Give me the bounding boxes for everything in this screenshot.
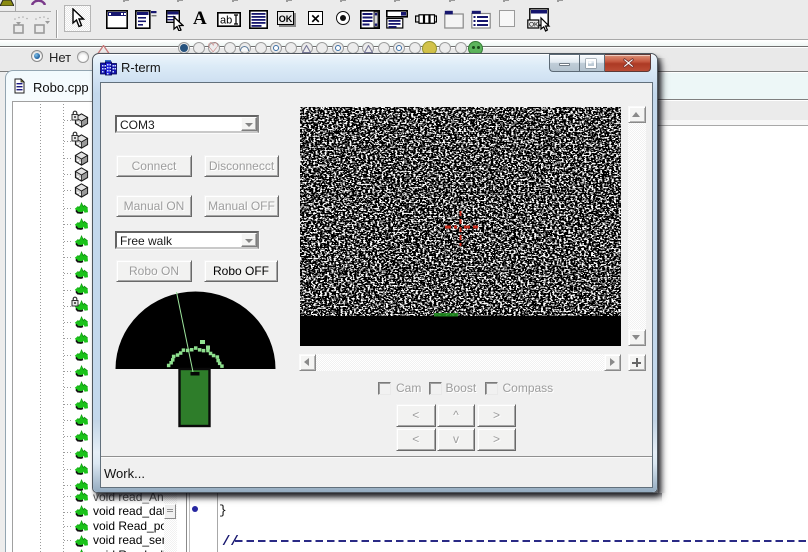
svg-text:OK: OK — [529, 22, 539, 29]
svg-text:ab: ab — [220, 15, 232, 27]
